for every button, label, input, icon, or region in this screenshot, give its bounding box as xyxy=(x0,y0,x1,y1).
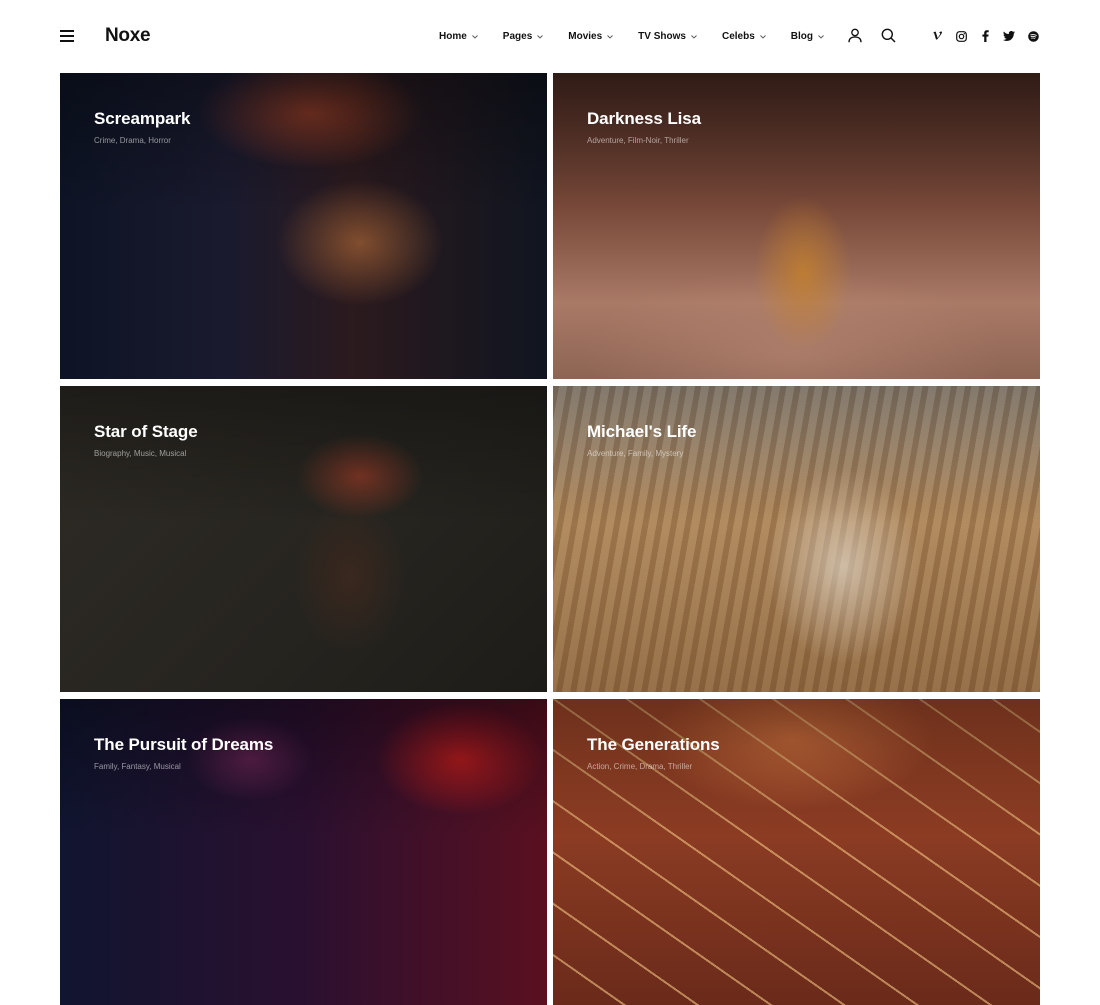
chevron-down-icon xyxy=(818,34,824,39)
social-links xyxy=(931,30,1051,42)
movie-title[interactable]: Darkness Lisa xyxy=(587,109,701,129)
movie-card-the-pursuit-of-dreams[interactable]: The Pursuit of Dreams Family, Fantasy, M… xyxy=(60,699,547,1005)
nav-item-celebs[interactable]: Celebs xyxy=(722,31,766,42)
nav-label: TV Shows xyxy=(638,31,686,42)
movie-card-screampark[interactable]: Screampark Crime, Drama, Horror xyxy=(60,73,547,379)
facebook-icon[interactable] xyxy=(979,30,991,42)
movie-title[interactable]: Screampark xyxy=(94,109,190,129)
movie-title[interactable]: Star of Stage xyxy=(94,422,198,442)
nav-item-tv-shows[interactable]: TV Shows xyxy=(638,31,697,42)
chevron-down-icon xyxy=(607,34,613,39)
movie-genres: Adventure, Film-Noir, Thriller xyxy=(587,136,689,145)
movie-title[interactable]: The Pursuit of Dreams xyxy=(94,735,273,755)
spotify-icon[interactable] xyxy=(1027,30,1039,42)
movie-genres: Biography, Music, Musical xyxy=(94,449,187,458)
nav-label: Movies xyxy=(568,31,603,42)
chevron-down-icon xyxy=(759,34,766,39)
nav-label: Home xyxy=(439,31,467,42)
movie-card-michaels-life[interactable]: Michael's Life Adventure, Family, Myster… xyxy=(553,386,1040,692)
movie-genres: Action, Crime, Drama, Thriller xyxy=(587,762,693,771)
nav-item-home[interactable]: Home xyxy=(439,31,478,42)
movie-card-star-of-stage[interactable]: Star of Stage Biography, Music, Musical xyxy=(60,386,547,692)
instagram-icon[interactable] xyxy=(955,30,967,42)
nav-item-movies[interactable]: Movies xyxy=(568,31,613,42)
movie-genres: Family, Fantasy, Musical xyxy=(94,762,181,771)
user-icon[interactable] xyxy=(848,28,862,43)
nav-item-blog[interactable]: Blog xyxy=(791,31,824,42)
main-nav: Home Pages Movies TV Shows Celebs Blog xyxy=(439,31,849,42)
movie-genres: Adventure, Family, Mystery xyxy=(587,449,684,458)
nav-label: Celebs xyxy=(721,31,755,42)
chevron-down-icon xyxy=(471,34,478,39)
site-logo[interactable]: Noxe xyxy=(105,25,151,47)
chevron-down-icon xyxy=(537,34,544,39)
nav-label: Blog xyxy=(790,31,813,42)
movie-title[interactable]: Michael's Life xyxy=(587,422,697,442)
vimeo-icon[interactable] xyxy=(931,30,943,42)
movie-card-the-generations[interactable]: The Generations Action, Crime, Drama, Th… xyxy=(553,699,1040,1005)
site-header: Noxe Home Pages Movies TV Shows Celebs B… xyxy=(0,0,1100,73)
search-icon[interactable] xyxy=(881,28,896,43)
nav-label: Pages xyxy=(502,31,533,42)
movie-title[interactable]: The Generations xyxy=(587,735,720,755)
twitter-icon[interactable] xyxy=(1003,30,1015,42)
menu-icon[interactable] xyxy=(60,30,74,42)
movie-genres: Crime, Drama, Horror xyxy=(94,136,171,145)
movie-card-darkness-lisa[interactable]: Darkness Lisa Adventure, Film-Noir, Thri… xyxy=(553,73,1040,379)
chevron-down-icon xyxy=(691,34,697,39)
nav-item-pages[interactable]: Pages xyxy=(502,31,544,42)
